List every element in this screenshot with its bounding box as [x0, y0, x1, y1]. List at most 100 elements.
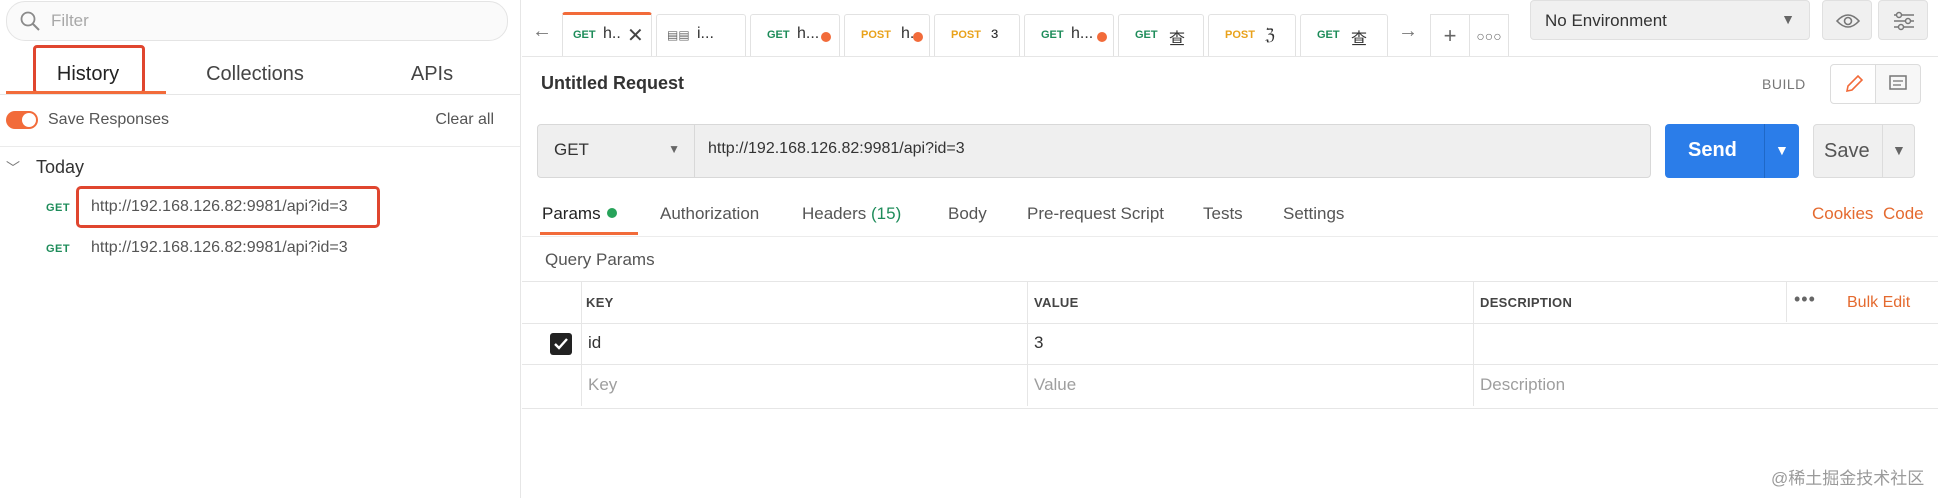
method-badge: GET — [1041, 29, 1064, 41]
tab-name: h... — [1071, 25, 1094, 42]
tab-name: ℨ — [1265, 27, 1275, 44]
column-header-description: DESCRIPTION — [1480, 295, 1573, 310]
tab-name: h. — [901, 25, 915, 42]
tab-name: h.. — [603, 25, 621, 42]
tab-params[interactable]: Params — [542, 204, 617, 224]
request-tab[interactable]: POST ℨ — [1208, 14, 1296, 56]
environment-label: No Environment — [1545, 11, 1667, 30]
request-tab[interactable]: POST h. — [844, 14, 930, 56]
unsaved-dot — [913, 32, 923, 42]
tab-prerequest-script[interactable]: Pre-request Script — [1027, 204, 1164, 224]
watermark: @稀土掘金技术社区 — [1771, 469, 1925, 488]
param-key[interactable]: id — [588, 333, 601, 353]
method-badge: GET — [46, 202, 71, 214]
request-tab[interactable]: GET 查 — [1118, 14, 1204, 56]
request-tabs: Params Authorization Headers (15) Body P… — [522, 196, 1938, 237]
new-tab-button[interactable]: + — [1430, 14, 1470, 56]
request-tab[interactable]: GET 查 — [1300, 14, 1388, 56]
tab-collections[interactable]: Collections — [186, 52, 324, 96]
method-badge: GET — [46, 243, 71, 255]
cookies-link[interactable]: Cookies — [1812, 204, 1873, 224]
url-input[interactable]: http://192.168.126.82:9981/api?id=3 — [708, 140, 965, 158]
new-key-input[interactable]: Key — [588, 375, 617, 395]
more-icon: ○○○ — [1476, 28, 1502, 44]
method-badge: GET — [1135, 29, 1158, 41]
plus-icon: + — [1443, 23, 1457, 48]
method-badge: POST — [951, 29, 981, 41]
tab-settings[interactable]: Settings — [1283, 204, 1344, 224]
close-icon[interactable]: ✕ — [627, 23, 644, 48]
caret-down-icon[interactable]: ▼ — [1775, 142, 1789, 158]
method-badge: GET — [573, 29, 596, 41]
documentation-button[interactable] — [1875, 64, 1921, 104]
environment-quick-look-button[interactable] — [1822, 0, 1872, 40]
example-icon: ▤▤ — [667, 28, 690, 42]
unsaved-dot — [821, 32, 831, 42]
tab-name: ɜ — [991, 25, 999, 42]
request-title[interactable]: Untitled Request — [541, 73, 684, 94]
tab-name: h... — [797, 25, 820, 42]
chevron-down-icon: ﹀ — [6, 160, 20, 176]
tab-body[interactable]: Body — [948, 204, 987, 224]
more-options-icon[interactable]: ••• — [1794, 289, 1816, 310]
request-tab[interactable]: GET h... — [750, 14, 840, 56]
sidebar: Filter History Collections APIs Save Res… — [0, 0, 521, 498]
request-tab[interactable]: POST ɜ — [934, 14, 1020, 56]
search-icon — [20, 11, 40, 31]
history-item[interactable]: GET http://192.168.126.82:9981/api?id=3 — [0, 234, 500, 264]
tab-name: 查 — [1351, 31, 1368, 48]
manage-environments-button[interactable] — [1878, 0, 1928, 40]
build-label: BUILD — [1762, 76, 1806, 92]
tab-options-button[interactable]: ○○○ — [1469, 14, 1509, 56]
settings-sliders-icon — [1894, 11, 1914, 31]
method-badge: GET — [767, 29, 790, 41]
environment-select[interactable]: No Environment ▼ — [1530, 0, 1810, 40]
unsaved-dot — [1097, 32, 1107, 42]
group-label: Today — [36, 157, 85, 177]
filter-placeholder: Filter — [51, 11, 89, 30]
tab-authorization[interactable]: Authorization — [660, 204, 759, 224]
arrow-left-icon[interactable]: ← — [532, 20, 552, 43]
caret-down-icon[interactable]: ▼ — [1892, 142, 1906, 158]
new-value-input[interactable]: Value — [1034, 375, 1076, 395]
new-description-input[interactable]: Description — [1480, 375, 1565, 395]
send-label: Send — [1688, 139, 1737, 161]
history-url: http://192.168.126.82:9981/api?id=3 — [91, 239, 348, 256]
clear-all-button[interactable]: Clear all — [435, 111, 494, 129]
column-header-key: KEY — [586, 295, 614, 310]
tab-tests[interactable]: Tests — [1203, 204, 1243, 224]
tab-name: 查 — [1169, 31, 1186, 48]
param-checkbox[interactable] — [550, 333, 572, 355]
request-tab[interactable]: GET h... — [1024, 14, 1114, 56]
request-tab[interactable]: GET h.. ✕ — [562, 12, 652, 56]
caret-down-icon: ▼ — [668, 142, 680, 156]
checkmark-icon — [554, 338, 568, 350]
headers-count: (15) — [871, 204, 902, 223]
bulk-edit-link[interactable]: Bulk Edit — [1847, 294, 1910, 312]
history-group-today[interactable]: ﹀ Today — [6, 157, 84, 178]
send-button[interactable]: Send ▼ — [1665, 124, 1799, 178]
param-value[interactable]: 3 — [1034, 333, 1043, 353]
request-tab[interactable]: ▤▤ i... — [656, 14, 746, 56]
save-button[interactable]: Save ▼ — [1813, 124, 1915, 178]
save-responses-toggle[interactable] — [6, 111, 38, 129]
method-select[interactable]: GET ▼ — [538, 125, 695, 177]
tab-apis[interactable]: APIs — [392, 52, 472, 96]
table-row-new: Key Value Description — [522, 365, 1938, 406]
tab-headers[interactable]: Headers (15) — [802, 204, 901, 224]
status-dot — [606, 208, 617, 218]
method-badge: GET — [1317, 29, 1340, 41]
filter-search[interactable]: Filter — [6, 1, 508, 41]
comment-icon — [1889, 75, 1907, 90]
params-table: KEY VALUE DESCRIPTION ••• Bulk Edit id 3… — [522, 281, 1938, 409]
table-row: id 3 — [522, 323, 1938, 365]
arrow-right-icon[interactable]: → — [1398, 20, 1418, 43]
eye-icon — [1835, 14, 1861, 28]
tab-name: i... — [697, 25, 714, 42]
save-responses-row: Save Responses Clear all — [6, 108, 506, 134]
pencil-icon — [1845, 74, 1864, 93]
code-link[interactable]: Code — [1883, 204, 1924, 224]
build-mode-button[interactable] — [1830, 64, 1876, 104]
query-params-label: Query Params — [545, 250, 655, 269]
caret-down-icon: ▼ — [1781, 11, 1795, 27]
